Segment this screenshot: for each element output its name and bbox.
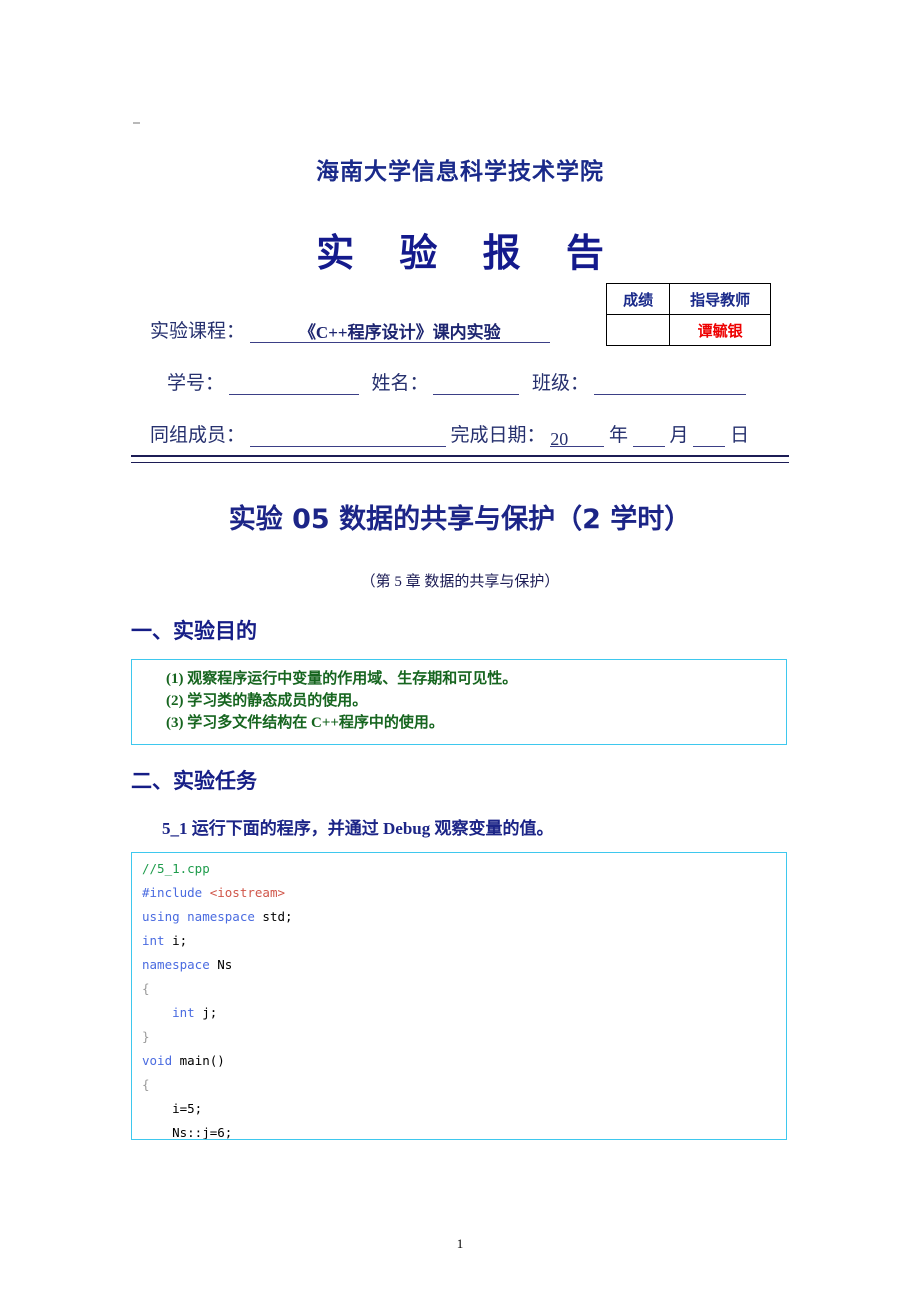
code-token-keyword: using namespace	[142, 909, 263, 924]
code-token-identifier: i;	[172, 933, 188, 948]
course-label: 实验课程：	[150, 321, 246, 342]
code-line: {	[142, 977, 786, 1001]
school-name: 海南大学信息科学技术学院	[316, 159, 604, 184]
task-description: 5_1 运行下面的程序，并通过 Debug 观察变量的值。	[162, 819, 554, 838]
code-line: i=5;	[142, 1097, 786, 1121]
code-token-statement: i=5;	[142, 1101, 203, 1116]
table-row: 成绩 指导教师	[605, 283, 771, 315]
name-label: 姓名：	[371, 373, 429, 394]
course-field[interactable]: 《C++程序设计》课内实验	[249, 318, 550, 343]
code-token-statement: Ns::j=6;	[142, 1125, 233, 1140]
experiment-title: 实验 05 数据的共享与保护（2 学时）	[228, 504, 692, 535]
list-item: (1) 观察程序运行中变量的作用域、生存期和可见性。	[166, 671, 518, 687]
code-token-identifier: main()	[179, 1053, 225, 1068]
table-row: 谭毓银	[605, 314, 771, 346]
form-row-identity: 学号： 姓名： 班级：	[167, 368, 746, 395]
code-token-brace: }	[142, 1029, 150, 1044]
code-token-keyword: int	[142, 933, 173, 948]
date-year-prefix: 20	[550, 429, 569, 449]
date-year-unit: 年	[609, 425, 629, 446]
code-line: }	[142, 1025, 786, 1049]
section-heading-tasks: 二、实验任务	[131, 769, 257, 793]
date-month-unit: 月	[669, 425, 689, 446]
code-token-keyword: void	[142, 1053, 180, 1068]
page-number: 1	[456, 1236, 464, 1251]
code-line: Ns::j=6;	[142, 1121, 786, 1140]
form-row-group-date: 同组成员： 完成日期： 20 年 月 日	[150, 420, 750, 449]
class-field[interactable]	[593, 377, 746, 395]
student-id-label: 学号：	[167, 373, 225, 394]
code-token-keyword: int	[142, 1005, 203, 1020]
code-line: #include <iostream>	[142, 881, 786, 905]
date-month-field[interactable]	[632, 429, 665, 447]
class-label: 班级：	[532, 373, 590, 394]
code-token-keyword: namespace	[142, 957, 218, 972]
group-members-field[interactable]	[249, 429, 446, 447]
code-line: //5_1.cpp	[142, 857, 786, 881]
code-token-brace: {	[142, 1077, 150, 1092]
grade-table-header-instructor: 指导教师	[669, 283, 771, 315]
report-title: 实 验 报 告	[316, 231, 620, 275]
instructor-value-cell[interactable]: 谭毓银	[669, 314, 771, 346]
completion-date-label: 完成日期：	[450, 425, 546, 446]
name-field[interactable]	[433, 377, 520, 395]
code-line: namespace Ns	[142, 953, 786, 977]
code-line: int i;	[142, 929, 786, 953]
code-line: using namespace std;	[142, 905, 786, 929]
section-heading-purpose: 一、实验目的	[131, 619, 257, 643]
header-divider	[131, 455, 789, 463]
code-token-comment: //5_1.cpp	[142, 861, 210, 876]
student-id-field[interactable]	[228, 377, 359, 395]
group-members-label: 同组成员：	[150, 425, 246, 446]
date-year-field[interactable]: 20	[550, 429, 605, 449]
code-line: int j;	[142, 1001, 786, 1025]
code-token-identifier: Ns	[217, 957, 233, 972]
grade-value-cell[interactable]	[605, 314, 671, 346]
code-token-brace: {	[142, 981, 150, 996]
code-token-identifier: std;	[262, 909, 293, 924]
code-block: //5_1.cpp #include <iostream> using name…	[131, 852, 787, 1140]
code-token-directive: #include	[142, 885, 210, 900]
list-item: (2) 学习类的静态成员的使用。	[166, 693, 368, 709]
code-line: {	[142, 1073, 786, 1097]
date-day-unit: 日	[730, 425, 750, 446]
grade-table-header-grade: 成绩	[605, 283, 671, 315]
code-token-identifier: j;	[202, 1005, 218, 1020]
document-page: 海南大学信息科学技术学院 实 验 报 告 成绩 指导教师 谭毓银 实验课程： 《…	[0, 0, 920, 1302]
date-day-field[interactable]	[693, 429, 726, 447]
experiment-subtitle: （第 5 章 数据的共享与保护）	[360, 574, 560, 590]
form-row-course: 实验课程： 《C++程序设计》课内实验	[150, 316, 550, 343]
code-line: void main()	[142, 1049, 786, 1073]
code-token-header: <iostream>	[209, 885, 285, 900]
page-content: 海南大学信息科学技术学院 实 验 报 告 成绩 指导教师 谭毓银 实验课程： 《…	[131, 0, 789, 1251]
objectives-box: (1) 观察程序运行中变量的作用域、生存期和可见性。 (2) 学习类的静态成员的…	[131, 659, 787, 745]
grade-table: 成绩 指导教师 谭毓银	[605, 283, 771, 346]
list-item: (3) 学习多文件结构在 C++程序中的使用。	[166, 715, 444, 731]
